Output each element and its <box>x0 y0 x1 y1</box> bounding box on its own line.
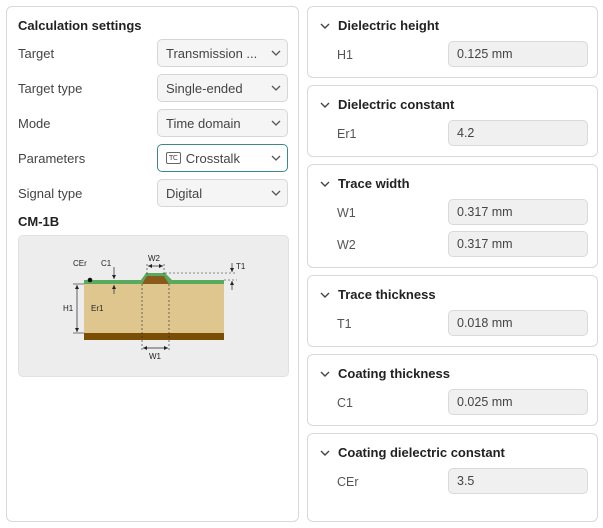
w1-input[interactable]: 0.317 mm <box>448 199 588 225</box>
chevron-down-icon <box>265 190 287 196</box>
model-name: CM-1B <box>18 214 60 229</box>
chevron-down-icon <box>265 85 287 91</box>
er1-param-label: Er1 <box>337 127 357 141</box>
settings-title: Calculation settings <box>18 18 142 33</box>
chevron-down-icon <box>320 102 330 108</box>
c1-param-label: C1 <box>337 396 353 410</box>
coating-thickness-header[interactable]: Coating thickness <box>320 366 450 381</box>
cer-label: CEr <box>73 259 87 268</box>
h1-param-label: H1 <box>337 48 353 62</box>
trace-width-title: Trace width <box>338 176 410 191</box>
dielectric-constant-header[interactable]: Dielectric constant <box>320 97 454 112</box>
parameters-select[interactable]: TC Crosstalk <box>157 144 288 172</box>
c1-label: C1 <box>101 259 112 268</box>
dielectric-constant-card: Dielectric constant Er1 4.2 <box>307 85 598 157</box>
cer-param-label: CEr <box>337 475 359 489</box>
calculation-settings-panel: Calculation settings Target Transmission… <box>6 6 299 522</box>
signal-type-value: Digital <box>166 185 203 201</box>
w1-label: W1 <box>149 352 162 361</box>
w2-param-label: W2 <box>337 238 356 252</box>
c1-arrowhead-top <box>112 275 116 279</box>
t1-param-label: T1 <box>337 317 352 331</box>
coating-thickness-card: Coating thickness C1 0.025 mm <box>307 354 598 426</box>
coating-dielectric-constant-title: Coating dielectric constant <box>338 445 505 460</box>
coating-dielectric-constant-card: Coating dielectric constant CEr 3.5 <box>307 433 598 522</box>
mode-value: Time domain <box>166 115 241 131</box>
t1-label: T1 <box>236 262 246 271</box>
target-type-label: Target type <box>18 81 83 96</box>
chevron-down-icon <box>320 23 330 29</box>
trace-thickness-title: Trace thickness <box>338 287 436 302</box>
chevron-down-icon <box>320 181 330 187</box>
mode-select[interactable]: Time domain <box>157 109 288 137</box>
target-value: Transmission ... <box>166 45 258 61</box>
dielectric-height-card: Dielectric height H1 0.125 mm <box>307 6 598 78</box>
cer-marker <box>87 277 93 283</box>
dielectric-constant-title: Dielectric constant <box>338 97 455 112</box>
parameters-value: Crosstalk <box>185 150 240 166</box>
c1-input[interactable]: 0.025 mm <box>448 389 588 415</box>
h1-label: H1 <box>63 304 74 313</box>
chevron-down-icon <box>265 50 287 56</box>
cer-input[interactable]: 3.5 <box>448 468 588 494</box>
trace-thickness-header[interactable]: Trace thickness <box>320 287 436 302</box>
chevron-down-icon <box>265 120 287 126</box>
substrate <box>84 284 224 334</box>
w2-input[interactable]: 0.317 mm <box>448 231 588 257</box>
h1-input[interactable]: 0.125 mm <box>448 41 588 67</box>
trace-thickness-card: Trace thickness T1 0.018 mm <box>307 275 598 347</box>
chevron-down-icon <box>265 155 287 161</box>
trace-width-header[interactable]: Trace width <box>320 176 410 191</box>
mode-label: Mode <box>18 116 51 131</box>
chevron-down-icon <box>320 450 330 456</box>
stackup-svg: W2 W1 H1 Er1 CEr C1 T1 <box>63 254 246 361</box>
er1-input[interactable]: 4.2 <box>448 120 588 146</box>
dielectric-height-title: Dielectric height <box>338 18 440 33</box>
dielectric-height-header[interactable]: Dielectric height <box>320 18 439 33</box>
t1-input[interactable]: 0.018 mm <box>448 310 588 336</box>
stackup-diagram: W2 W1 H1 Er1 CEr C1 T1 <box>18 235 289 377</box>
trace-width-card: Trace width W1 0.317 mm W2 0.317 mm <box>307 164 598 268</box>
chevron-down-icon <box>320 292 330 298</box>
w1-param-label: W1 <box>337 206 356 220</box>
parameters-label: Parameters <box>18 151 86 166</box>
coating-dielectric-constant-header[interactable]: Coating dielectric constant <box>320 445 505 460</box>
target-select[interactable]: Transmission ... <box>157 39 288 67</box>
target-type-value: Single-ended <box>166 80 243 96</box>
target-label: Target <box>18 46 55 61</box>
coating-thickness-title: Coating thickness <box>338 366 450 381</box>
er1-label: Er1 <box>91 304 104 313</box>
signal-type-label: Signal type <box>18 186 83 201</box>
ground-plane <box>84 333 224 340</box>
t1-arrowhead-bottom <box>230 281 234 285</box>
w2-label: W2 <box>148 254 161 263</box>
crosstalk-icon: TC <box>166 152 181 164</box>
target-type-select[interactable]: Single-ended <box>157 74 288 102</box>
t1-arrowhead-top <box>230 268 234 272</box>
signal-type-select[interactable]: Digital <box>157 179 288 207</box>
chevron-down-icon <box>320 371 330 377</box>
